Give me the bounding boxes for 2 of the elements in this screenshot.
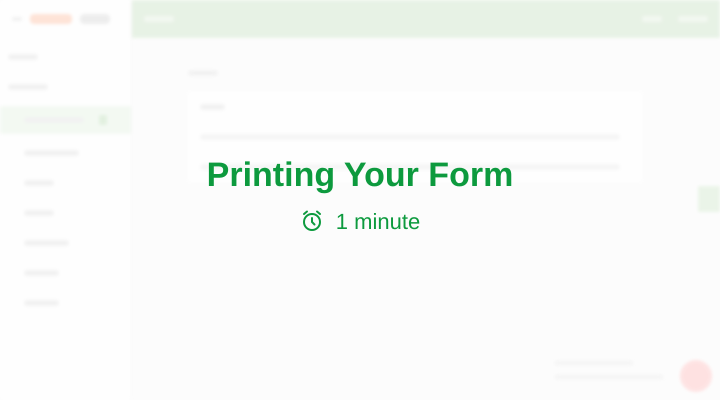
- overlay-title: Printing Your Form: [206, 155, 514, 196]
- duration-text: 1 minute: [336, 208, 420, 236]
